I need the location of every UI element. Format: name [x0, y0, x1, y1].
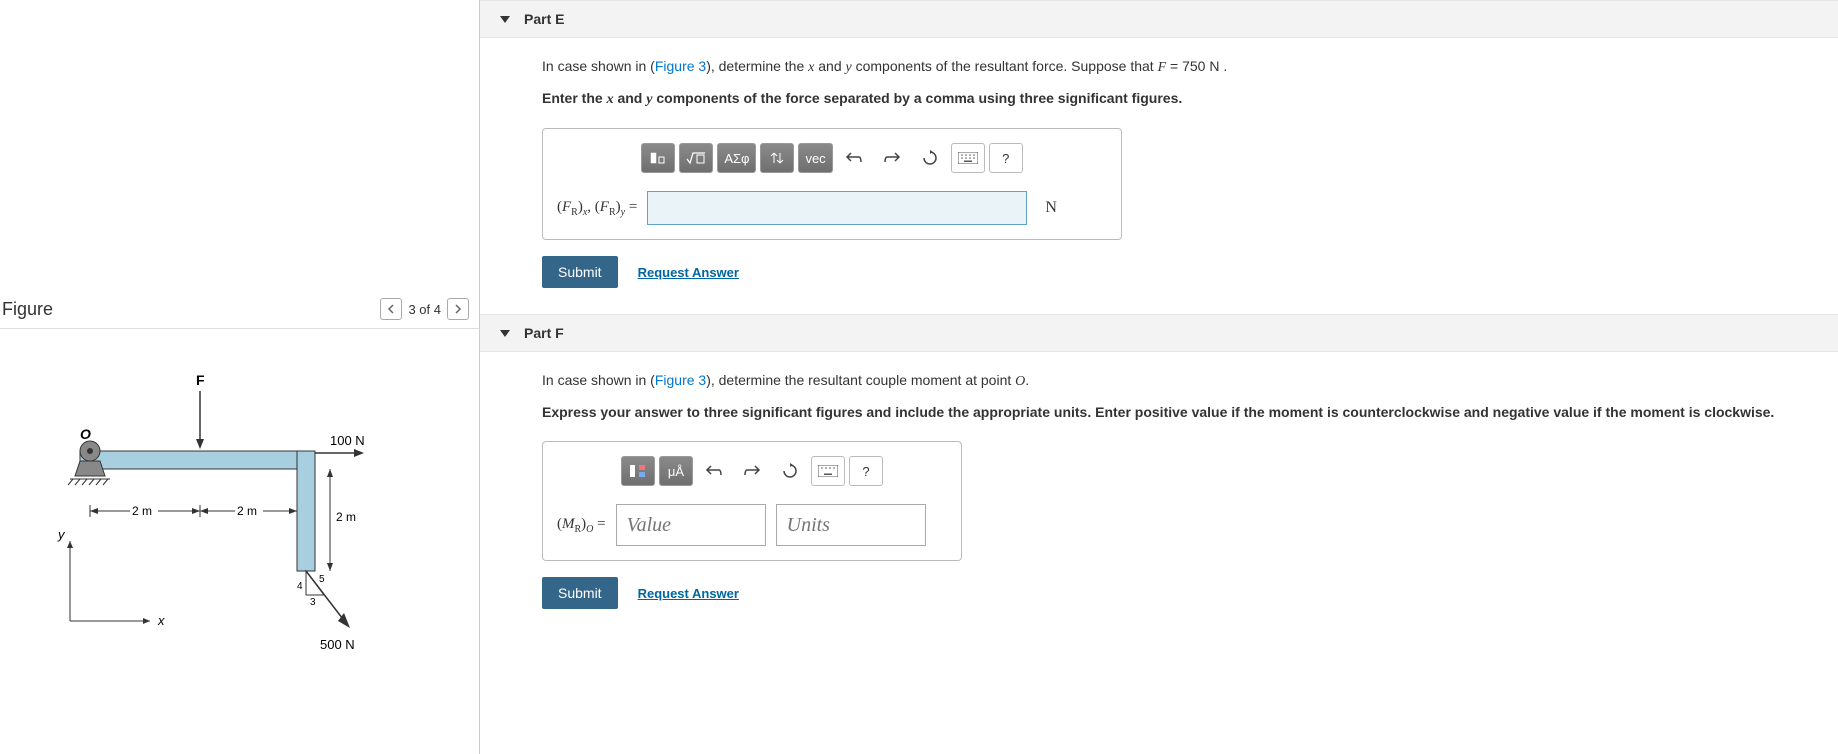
- figure-nav: 3 of 4: [380, 298, 469, 320]
- figure-panel: Figure 3 of 4 x y: [0, 0, 480, 754]
- dim-2m-a: 2 m: [132, 504, 152, 518]
- part-e-title: Part E: [524, 11, 564, 27]
- figure-prev-button[interactable]: [380, 298, 402, 320]
- part-e-request-answer-link[interactable]: Request Answer: [638, 265, 739, 280]
- part-e-prompt: In case shown in (Figure 3), determine t…: [542, 56, 1814, 78]
- dim-2m-b: 2 m: [237, 504, 257, 518]
- figure-3-link-f[interactable]: Figure 3: [655, 372, 706, 388]
- part-e-submit-row: Submit Request Answer: [542, 256, 1814, 288]
- part-e-input-row: (FR)x, (FR)y = N: [557, 191, 1107, 225]
- content-panel: Part E In case shown in (Figure 3), dete…: [480, 0, 1838, 754]
- force-f-label: F: [196, 372, 205, 388]
- part-f-variable-label: (MR)O =: [557, 516, 606, 535]
- redo-button[interactable]: [875, 143, 909, 173]
- part-f-answer-box: μÅ ? (MR)O =: [542, 441, 962, 561]
- help-button-f[interactable]: ?: [849, 456, 883, 486]
- units-button-f[interactable]: μÅ: [659, 456, 693, 486]
- axis-y-label: y: [57, 527, 66, 542]
- vec-button[interactable]: vec: [798, 143, 832, 173]
- templates-button-f[interactable]: [621, 456, 655, 486]
- redo-button-f[interactable]: [735, 456, 769, 486]
- part-f-submit-row: Submit Request Answer: [542, 577, 1814, 609]
- part-f-toolbar: μÅ ?: [557, 456, 947, 486]
- part-e-submit-button[interactable]: Submit: [542, 256, 618, 288]
- chevron-down-icon: [500, 16, 510, 23]
- dim-2m-c: 2 m: [336, 510, 356, 524]
- part-e-answer-input[interactable]: [647, 191, 1027, 225]
- force-100n-label: 100 N: [330, 433, 365, 448]
- axis-x-label: x: [157, 613, 165, 628]
- figure-next-button[interactable]: [447, 298, 469, 320]
- figure-3-link[interactable]: Figure 3: [655, 58, 706, 74]
- part-f-units-input[interactable]: [776, 504, 926, 546]
- part-e-instruction: Enter the x and y components of the forc…: [542, 88, 1814, 110]
- triangle-5: 5: [319, 574, 325, 585]
- arrows-button[interactable]: [760, 143, 794, 173]
- triangle-4: 4: [297, 581, 303, 592]
- figure-diagram: x y O: [0, 329, 479, 696]
- part-e-answer-box: ΑΣφ vec: [542, 128, 1122, 240]
- templates-button[interactable]: [641, 143, 675, 173]
- part-e-unit: N: [1037, 199, 1057, 217]
- help-button[interactable]: ?: [989, 143, 1023, 173]
- sqrt-button[interactable]: [679, 143, 713, 173]
- figure-page-count: 3 of 4: [408, 302, 441, 317]
- part-f-request-answer-link[interactable]: Request Answer: [638, 586, 739, 601]
- point-o-label: O: [80, 426, 91, 442]
- part-e-header[interactable]: Part E: [480, 0, 1838, 38]
- part-e-variable-label: (FR)x, (FR)y =: [557, 199, 637, 218]
- figure-title: Figure: [0, 299, 53, 320]
- triangle-3: 3: [310, 597, 316, 608]
- force-500n-label: 500 N: [320, 637, 355, 652]
- part-f-title: Part F: [524, 325, 564, 341]
- reset-button-f[interactable]: [773, 456, 807, 486]
- chevron-down-icon: [500, 330, 510, 337]
- part-f-body: In case shown in (Figure 3), determine t…: [480, 352, 1838, 635]
- keyboard-button[interactable]: [951, 143, 985, 173]
- part-f-input-row: (MR)O =: [557, 504, 947, 546]
- greek-button[interactable]: ΑΣφ: [717, 143, 756, 173]
- reset-button[interactable]: [913, 143, 947, 173]
- part-f-prompt: In case shown in (Figure 3), determine t…: [542, 370, 1814, 392]
- part-e-body: In case shown in (Figure 3), determine t…: [480, 38, 1838, 314]
- part-e-toolbar: ΑΣφ vec: [557, 143, 1107, 173]
- keyboard-button-f[interactable]: [811, 456, 845, 486]
- part-f-value-input[interactable]: [616, 504, 766, 546]
- part-f-header[interactable]: Part F: [480, 314, 1838, 352]
- undo-button[interactable]: [837, 143, 871, 173]
- part-f-instruction: Express your answer to three significant…: [542, 402, 1814, 423]
- undo-button-f[interactable]: [697, 456, 731, 486]
- figure-header: Figure 3 of 4: [0, 290, 479, 329]
- part-f-submit-button[interactable]: Submit: [542, 577, 618, 609]
